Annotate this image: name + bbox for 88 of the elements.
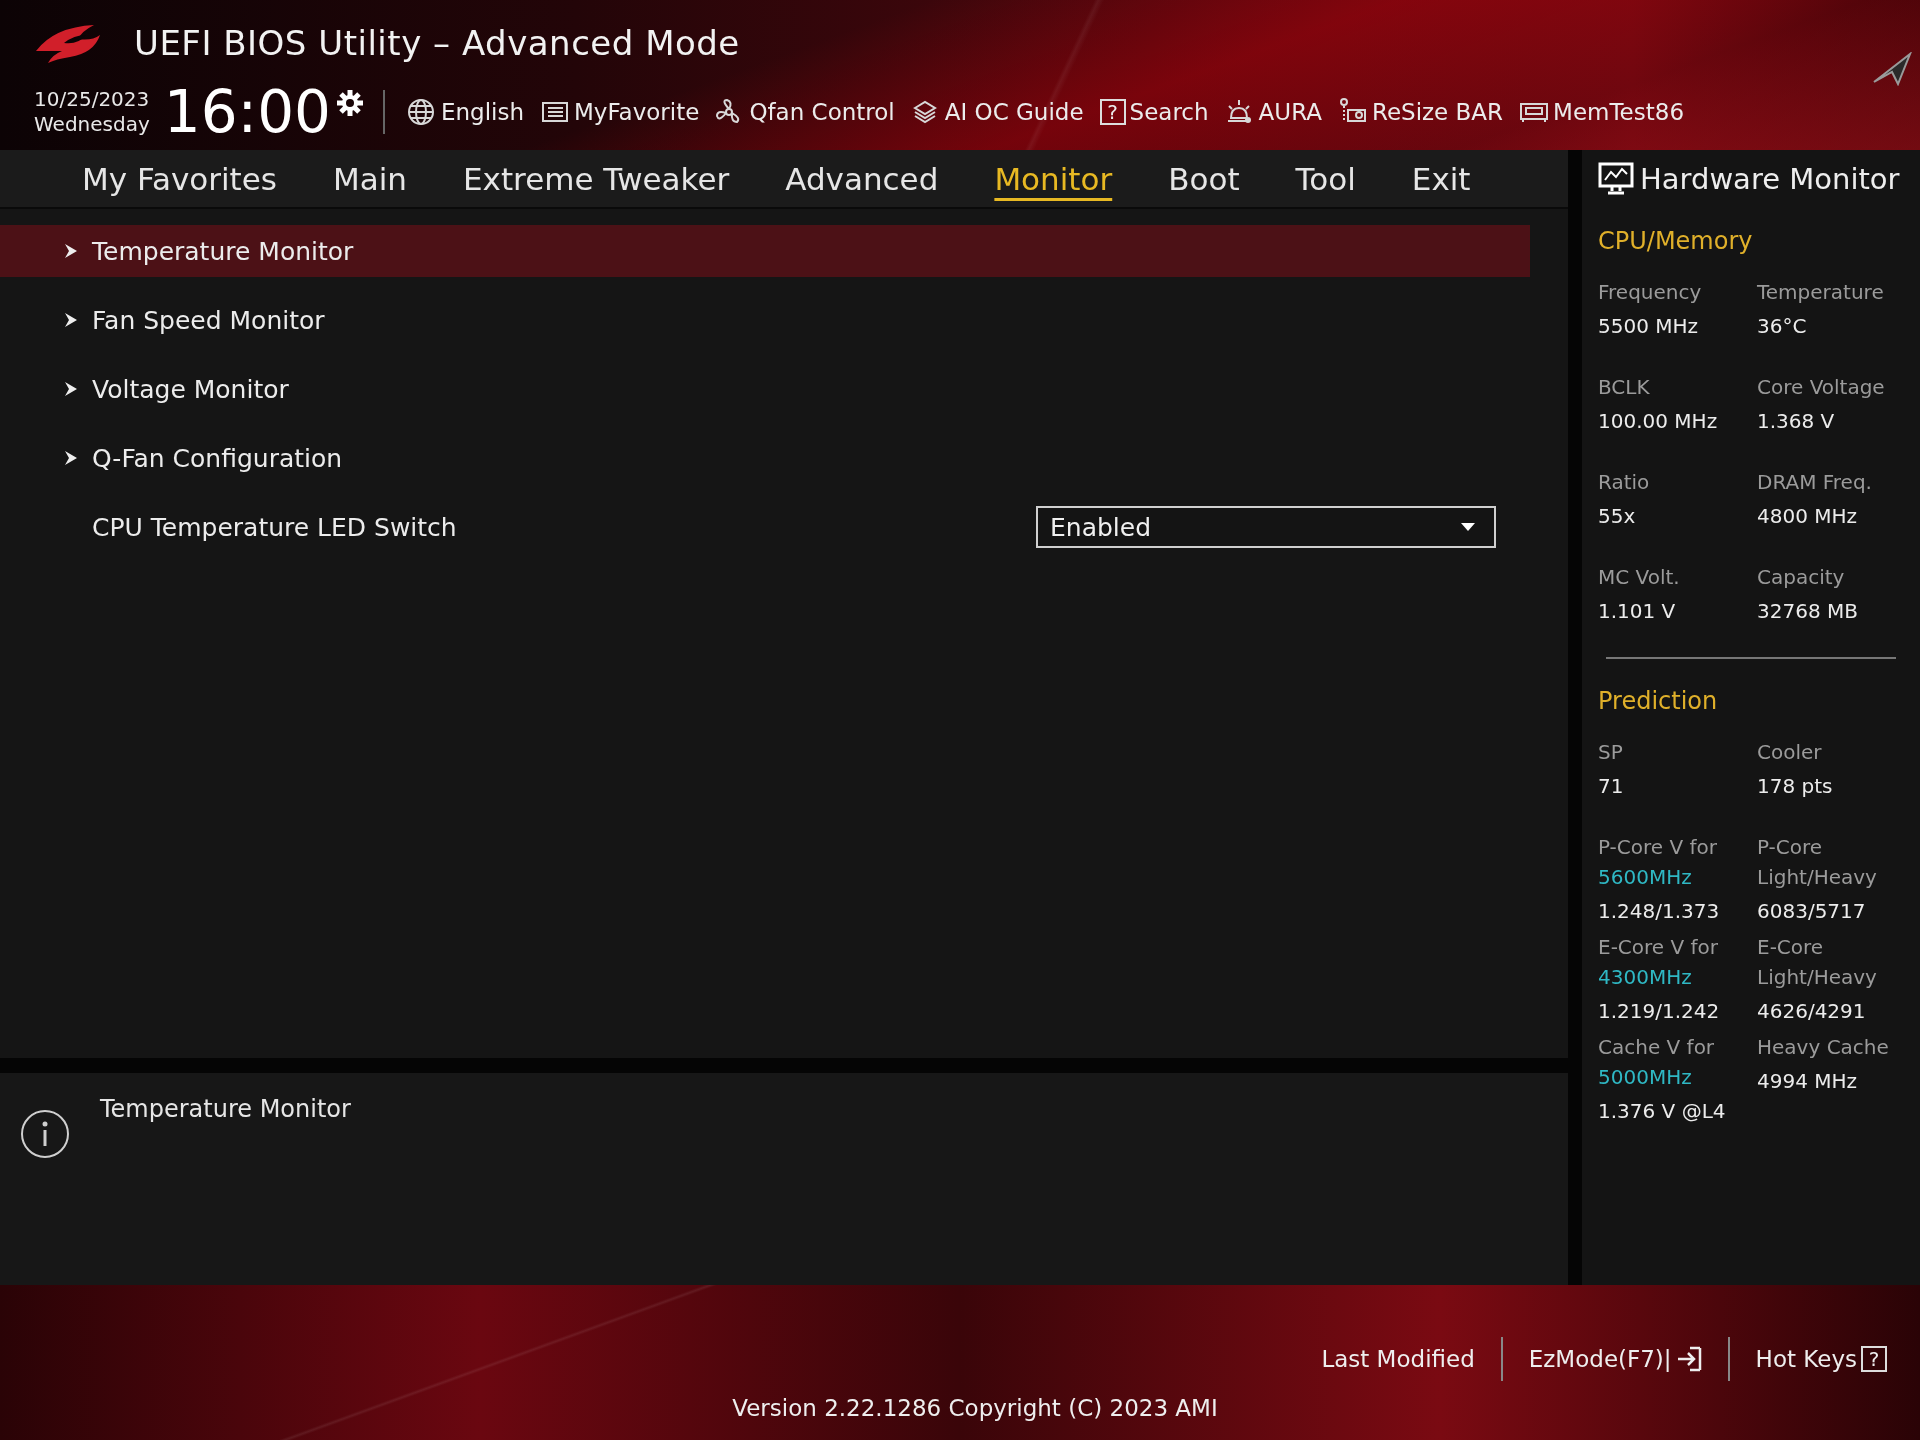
stat-label: Cooler xyxy=(1757,739,1823,766)
stat-value: 5500 MHz xyxy=(1598,313,1700,340)
stat-label: BCLK xyxy=(1598,374,1651,401)
tab[interactable]: Boot xyxy=(1146,153,1262,204)
menu-item[interactable]: Voltage Monitor xyxy=(0,363,1530,415)
footer-button[interactable]: EzMode(F7)| xyxy=(1520,1346,1710,1372)
stat-label: Cache V for xyxy=(1598,1034,1716,1061)
stat-label: Temperature xyxy=(1757,279,1885,306)
stat-value: 1.368 V xyxy=(1757,408,1836,435)
exit-icon xyxy=(1675,1346,1702,1372)
date-text: 10/25/2023 xyxy=(34,87,150,112)
toolbar-button[interactable]: AI OC Guide xyxy=(904,98,1090,126)
info-icon xyxy=(20,1109,70,1159)
toolbar-button[interactable]: English xyxy=(400,98,530,126)
menu-item[interactable]: Temperature Monitor xyxy=(0,225,1530,277)
stat-value: 178 pts xyxy=(1757,773,1834,800)
tab[interactable]: Monitor xyxy=(972,153,1135,204)
stat-value: 1.376 V @L4 xyxy=(1598,1098,1727,1125)
menu-item[interactable]: CPU Temperature LED Switch Enabled xyxy=(0,501,1530,553)
stat-value: 71 xyxy=(1598,773,1625,800)
toolbar-button[interactable]: MyFavorite xyxy=(534,98,706,126)
help-glyph: ? xyxy=(1099,99,1126,125)
stat-label: Heavy Cache xyxy=(1757,1034,1890,1061)
stat-value: 1.101 V xyxy=(1598,598,1677,625)
stat-frequency: 4300MHz xyxy=(1598,964,1693,991)
tab[interactable]: Advanced xyxy=(763,153,961,204)
tab[interactable]: Extreme Tweaker xyxy=(441,153,752,204)
stat-value: 36°C xyxy=(1757,313,1808,340)
help-text: Temperature Monitor xyxy=(100,1095,351,1123)
stat-label: SP xyxy=(1598,739,1624,766)
monitor-icon xyxy=(1598,161,1634,196)
stat-label: E-Core V for xyxy=(1598,934,1720,961)
stat-value: 4994 MHz xyxy=(1757,1068,1859,1095)
stat-value: 6083/5717 xyxy=(1757,898,1867,925)
menu-label: Temperature Monitor xyxy=(92,236,354,266)
stat-value: 1.248/1.373 xyxy=(1598,898,1721,925)
stat-label: P-Core Light/Heavy xyxy=(1757,834,1878,891)
section-title: CPU/Memory xyxy=(1598,227,1754,255)
stat-label: Capacity xyxy=(1757,564,1846,591)
panel-title: Hardware Monitor xyxy=(1640,161,1900,196)
stat-value: 55x xyxy=(1598,503,1637,530)
stat-label: Ratio xyxy=(1598,469,1651,496)
footer-button[interactable]: Hot Keys ? xyxy=(1747,1346,1895,1372)
stat-value: 4626/4291 xyxy=(1757,998,1867,1025)
stat-label: DRAM Freq. xyxy=(1757,469,1873,496)
clock-time: 16:00 xyxy=(163,78,331,146)
menu-item[interactable]: Fan Speed Monitor xyxy=(0,294,1530,346)
tab[interactable]: Main xyxy=(311,153,429,204)
setting-label: CPU Temperature LED Switch xyxy=(92,512,457,542)
toolbar-button[interactable]: Qfan Control xyxy=(709,98,901,126)
stat-label: Core Voltage xyxy=(1757,374,1886,401)
chevron-icon xyxy=(64,381,78,397)
tab[interactable]: Exit xyxy=(1389,153,1493,204)
toolbar-button[interactable]: AURA xyxy=(1218,98,1328,126)
globe-icon xyxy=(406,98,437,126)
toolbar-button[interactable]: ReSize BAR xyxy=(1331,98,1510,126)
menu-label: Q-Fan Configuration xyxy=(92,443,343,473)
stat-value: 100.00 MHz xyxy=(1598,408,1719,435)
version-text: Version 2.22.1286 Copyright (C) 2023 AMI xyxy=(732,1395,1218,1421)
stat-label: P-Core V for xyxy=(1598,834,1719,861)
dropdown[interactable]: Enabled xyxy=(1036,506,1496,548)
stat-value: 4800 MHz xyxy=(1757,503,1859,530)
tab[interactable]: Tool xyxy=(1273,153,1378,204)
toolbar-button[interactable]: ? Search xyxy=(1093,99,1215,125)
chevron-icon xyxy=(64,243,78,259)
stat-value: 32768 MB xyxy=(1757,598,1859,625)
stat-label: Frequency xyxy=(1598,279,1703,306)
menu-label: Fan Speed Monitor xyxy=(92,305,325,335)
help-glyph: ? xyxy=(1861,1346,1887,1372)
stat-frequency: 5600MHz xyxy=(1598,864,1693,891)
menu-label: Voltage Monitor xyxy=(92,374,289,404)
stat-label: E-Core Light/Heavy xyxy=(1757,934,1878,991)
chevron-icon xyxy=(64,450,78,466)
settings-icon xyxy=(334,88,365,118)
stat-value: 1.219/1.242 xyxy=(1598,998,1721,1025)
stat-label: MC Volt. xyxy=(1598,564,1681,591)
arrowhead-icon xyxy=(1872,52,1912,86)
menu-item[interactable]: Q-Fan Configuration xyxy=(0,432,1530,484)
tab[interactable]: My Favorites xyxy=(60,153,299,204)
stat-frequency: 5000MHz xyxy=(1598,1064,1693,1091)
toolbar-button[interactable]: MemTest86 xyxy=(1513,98,1691,126)
window-title: UEFI BIOS Utility – Advanced Mode xyxy=(134,23,740,63)
caret-icon xyxy=(1460,522,1476,532)
footer-button[interactable]: Last Modified xyxy=(1313,1346,1483,1372)
dropdown-value: Enabled xyxy=(1050,512,1152,542)
chevron-icon xyxy=(64,312,78,328)
weekday-text: Wednesday xyxy=(34,112,150,137)
section-title: Prediction xyxy=(1598,687,1719,715)
